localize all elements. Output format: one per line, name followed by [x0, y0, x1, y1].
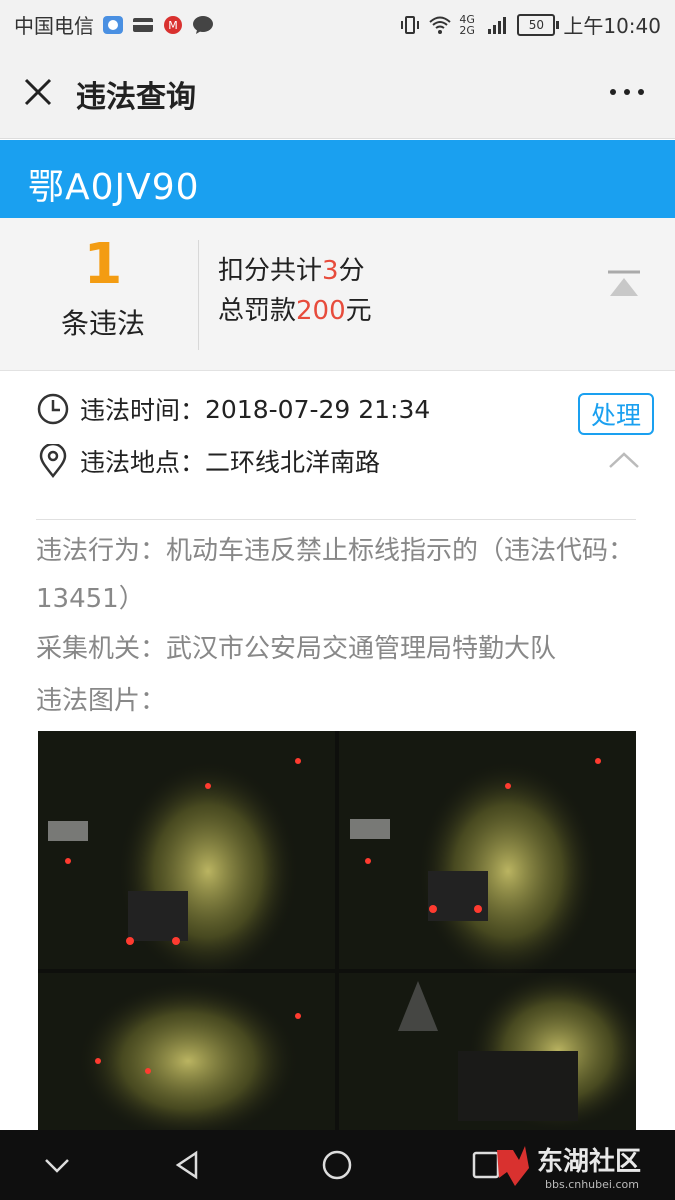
app-notification-icon — [103, 15, 123, 34]
status-right: 4G 2G 50 上午10:40 — [399, 10, 661, 39]
back-icon[interactable] — [170, 1150, 204, 1180]
violation-pictures-label: 违法图片： — [36, 686, 167, 716]
wifi-icon — [429, 16, 452, 34]
plate-header: 鄂A0JV90 — [0, 140, 675, 218]
fine-value: 200 — [296, 296, 346, 326]
vibrate-icon — [401, 15, 420, 34]
watermark-url: bbs.cnhubei.com — [545, 1178, 639, 1191]
authority-label: 采集机关： — [36, 634, 167, 664]
page-title: 违法查询 — [76, 80, 196, 115]
signal-icon — [488, 16, 507, 34]
fine-prefix: 总罚款 — [218, 296, 297, 326]
violation-place-label: 违法地点： — [80, 448, 206, 477]
status-left: 中国电信 M — [14, 10, 214, 39]
clock: 上午10:40 — [563, 14, 661, 38]
watermark-logo: 东湖社区 bbs.cnhubei.com — [497, 1146, 641, 1191]
metro-notification-icon: M — [164, 15, 182, 34]
violation-count-label: 条违法 — [60, 307, 145, 340]
violation-place-row: 违法地点： 二环线北洋南路 — [36, 443, 380, 479]
title-bar: 违法查询 — [0, 46, 675, 139]
more-icon[interactable] — [607, 82, 647, 102]
fine-summary: 总罚款200元 — [218, 290, 372, 327]
chevron-up-icon[interactable] — [606, 449, 642, 471]
points-value: 3 — [322, 256, 339, 286]
violation-time-label: 违法时间： — [80, 396, 206, 425]
card-notification-icon — [133, 17, 153, 32]
handle-button[interactable]: 处理 — [578, 393, 654, 435]
violation-summary: 1 条违法 扣分共计3分 总罚款200元 — [0, 218, 675, 371]
violation-time-row: 违法时间： 2018-07-29 21:34 — [36, 391, 430, 427]
battery-icon: 50 — [517, 13, 560, 36]
home-icon[interactable] — [320, 1150, 354, 1180]
violation-detail: 违法时间： 2018-07-29 21:34 处理 违法地点： 二环线北洋南路 违法… — [0, 371, 675, 1131]
behavior-label: 违法行为： — [36, 536, 167, 566]
violation-behavior: 违法行为：机动车违反禁止标线指示的（违法代码：13451） — [36, 527, 646, 623]
points-prefix: 扣分共计 — [218, 256, 323, 286]
divider — [36, 519, 636, 520]
authority-text: 武汉市公安局交通管理局特勤大队 — [166, 634, 557, 664]
chevron-down-icon[interactable] — [40, 1150, 74, 1180]
summary-divider — [198, 240, 199, 350]
collecting-authority: 采集机关：武汉市公安局交通管理局特勤大队 — [36, 625, 646, 673]
clock-icon — [37, 393, 69, 425]
status-bar: 中国电信 M 4G 2G 50 上午10:40 — [0, 0, 675, 46]
location-pin-icon — [39, 444, 67, 478]
violation-photo[interactable] — [38, 731, 636, 1131]
chat-notification-icon — [193, 15, 213, 34]
points-summary: 扣分共计3分 — [218, 250, 365, 287]
watermark-text: 东湖社区 — [537, 1146, 641, 1177]
collapse-all-icon[interactable] — [604, 264, 644, 304]
network-type: 4G 2G — [459, 12, 475, 37]
violation-time: 2018-07-29 21:34 — [205, 394, 431, 424]
license-plate: 鄂A0JV90 — [28, 167, 200, 208]
close-icon[interactable] — [22, 76, 54, 108]
violation-place: 二环线北洋南路 — [205, 448, 381, 477]
carrier-label: 中国电信 — [14, 14, 94, 38]
violation-count: 1 — [83, 232, 123, 297]
points-suffix: 分 — [338, 256, 365, 286]
svg-text:M: M — [168, 19, 178, 32]
system-nav-bar: 东湖社区 bbs.cnhubei.com — [0, 1130, 675, 1200]
fine-suffix: 元 — [345, 296, 372, 326]
